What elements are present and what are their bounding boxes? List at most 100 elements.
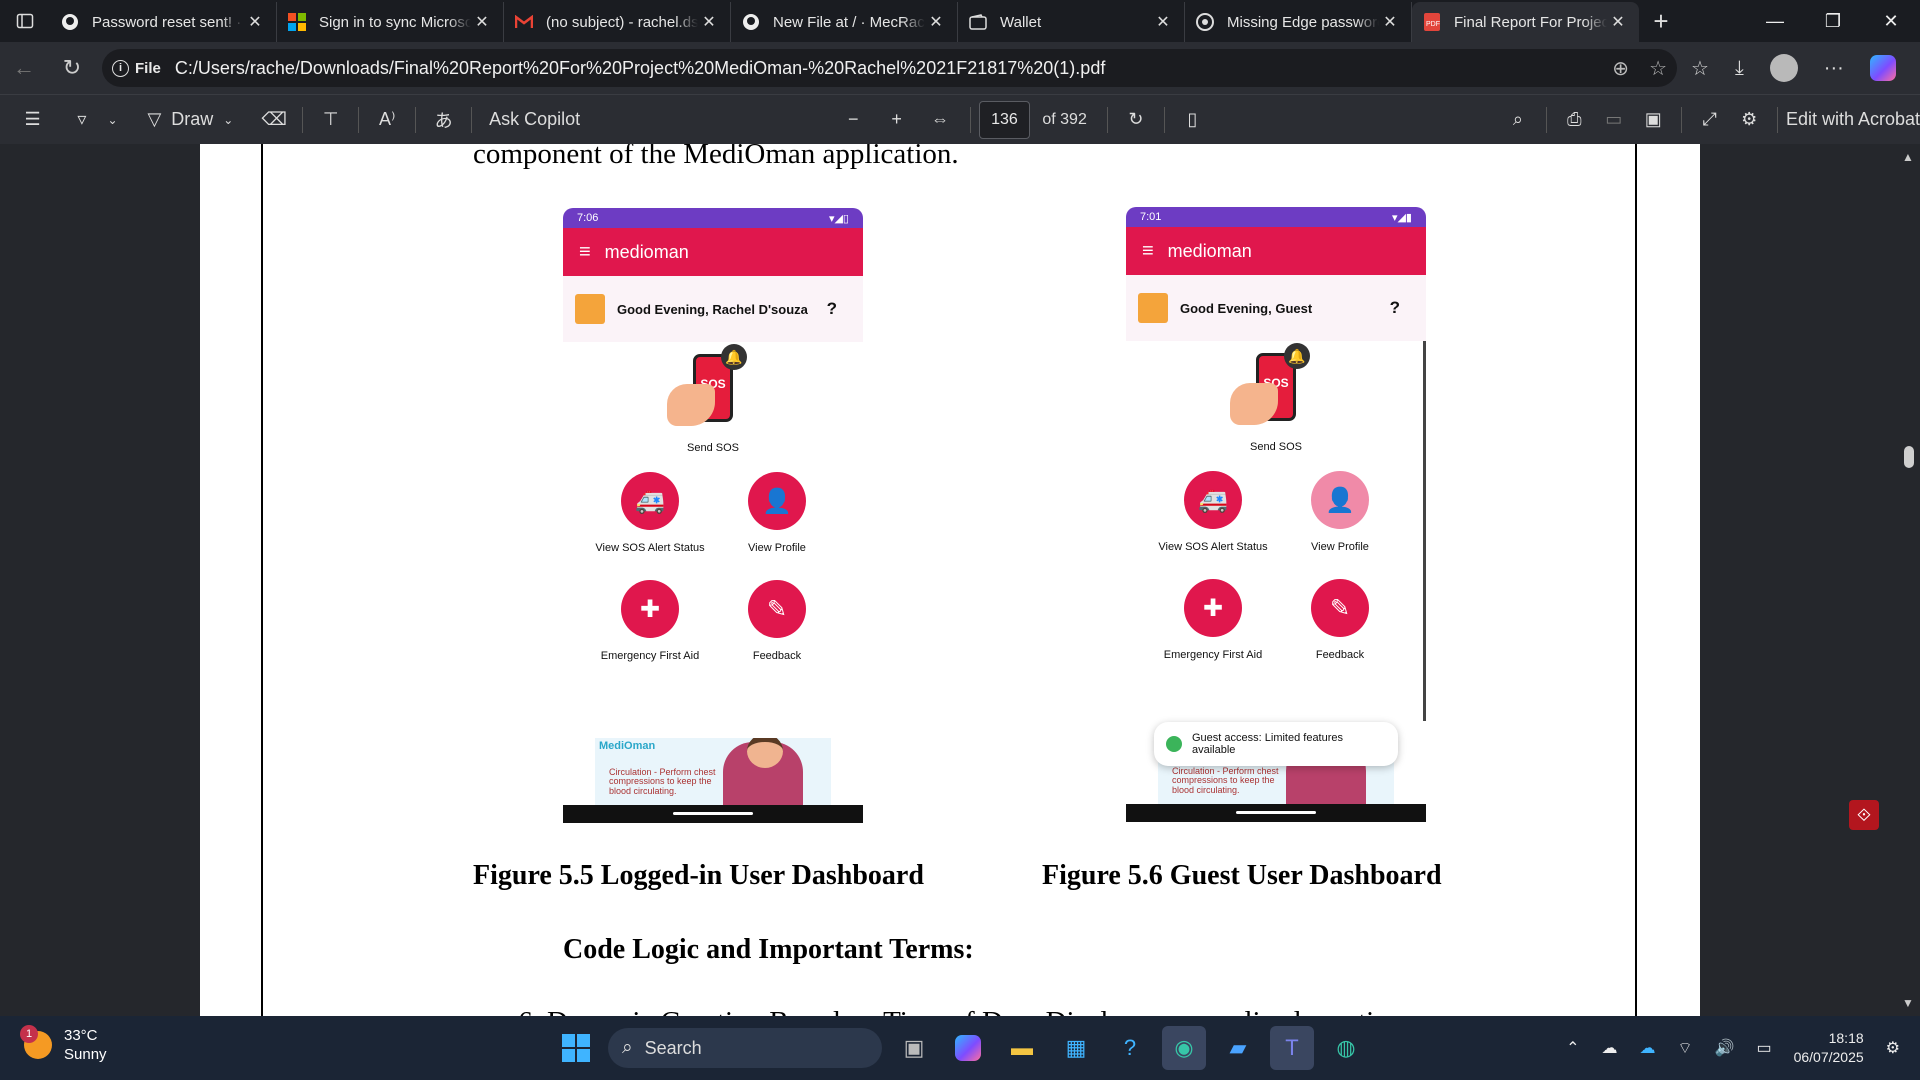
rotate-icon[interactable]: ↻ — [1116, 95, 1155, 145]
close-window-button[interactable]: ✕ — [1862, 0, 1920, 42]
ask-copilot-button[interactable]: Ask Copilot — [480, 95, 589, 145]
first-aid-icon: ✚ — [621, 580, 679, 638]
read-aloud-icon[interactable]: A⁾ — [367, 95, 406, 145]
system-tray: ⌃ ☁ ☁ ⌔ 🔊 ▭ 18:18 06/07/2025 ⚙ — [1566, 1016, 1900, 1080]
save-icon[interactable]: ▭ — [1594, 95, 1633, 145]
contents-icon[interactable]: ☰ — [0, 95, 65, 145]
print-icon[interactable]: ⎙ — [1555, 95, 1594, 145]
pdf-viewport[interactable]: component of the MediOman application. 7… — [0, 144, 1920, 1016]
taskbar-search[interactable]: ⌕ Search — [608, 1028, 882, 1068]
scroll-up-icon[interactable]: ▲ — [1902, 150, 1914, 164]
divider — [471, 106, 473, 133]
text-box-icon[interactable]: ⊤ — [311, 95, 350, 145]
help-app-icon[interactable]: ? — [1108, 1026, 1152, 1070]
scroll-down-icon[interactable]: ▼ — [1902, 996, 1914, 1010]
page-view-icon[interactable]: ▯ — [1173, 95, 1212, 145]
clock[interactable]: 18:18 06/07/2025 — [1794, 1029, 1864, 1067]
greeting-card: Good Evening, Guest ? — [1126, 275, 1426, 341]
onedrive-icon[interactable]: ☁ — [1639, 1038, 1655, 1058]
minimize-button[interactable]: — — [1746, 0, 1804, 42]
url-text[interactable]: C:/Users/rache/Downloads/Final%20Report%… — [175, 58, 1612, 79]
tab-gmail[interactable]: (no subject) - rachel.dsouza ✕ — [504, 2, 731, 42]
notifications-icon[interactable]: ⚙ — [1886, 1038, 1900, 1058]
zoom-icon[interactable]: ⊕ — [1612, 56, 1629, 81]
site-info-button[interactable]: i File — [112, 59, 161, 77]
divider — [302, 106, 303, 133]
app-logo — [575, 294, 605, 324]
profile-avatar[interactable] — [1769, 54, 1798, 82]
weather-widget[interactable]: 1 33°C Sunny — [20, 1025, 107, 1064]
search-icon[interactable]: ⌕ — [1498, 95, 1537, 145]
refresh-button[interactable]: ↻ — [48, 48, 96, 88]
store-icon[interactable]: ▦ — [1054, 1026, 1098, 1070]
scroll-thumb[interactable] — [1904, 446, 1914, 468]
close-icon[interactable]: ✕ — [1379, 12, 1401, 32]
tab-edge-passwords[interactable]: Missing Edge passwords ✕ — [1185, 2, 1412, 42]
hamburger-menu-icon: ≡ — [579, 240, 591, 263]
gmail-icon — [514, 12, 534, 32]
copilot-icon[interactable] — [1869, 55, 1896, 81]
tab-final-report[interactable]: PDF Final Report For Project ✕ — [1412, 2, 1639, 42]
vertical-scrollbar[interactable]: ▲ ▼ — [1898, 144, 1920, 1016]
eraser-icon[interactable]: ⌫ — [255, 95, 294, 145]
acrobat-icon[interactable]: ⟐ — [1849, 800, 1879, 830]
close-icon[interactable]: ✕ — [1152, 12, 1174, 32]
fit-page-icon[interactable]: ⇔ — [918, 95, 961, 145]
highlight-icon[interactable]: ▿ — [65, 95, 99, 145]
chevron-down-icon[interactable]: ⌄ — [99, 95, 127, 145]
chevron-up-icon[interactable]: ⌃ — [1566, 1038, 1579, 1058]
edit-with-acrobat-button[interactable]: Edit with Acrobat — [1786, 95, 1920, 145]
tab-github-password[interactable]: Password reset sent! · GitHub ✕ — [50, 2, 277, 42]
draw-button[interactable]: ▽ Draw ⌄ — [126, 95, 254, 145]
feedback-icon: ✎ — [748, 580, 806, 638]
phone-screenshot-logged-in: 7:06 ▾◢▯ ≡ medioman Good Evening, Rachel… — [563, 208, 863, 823]
fullscreen-icon[interactable]: ⤢ — [1690, 95, 1729, 145]
wifi-icon[interactable]: ⌔ — [1677, 1038, 1692, 1058]
cloud-icon[interactable]: ☁ — [1601, 1038, 1617, 1058]
greeting-card: Good Evening, Rachel D'souza ? — [563, 276, 863, 342]
close-icon[interactable]: ✕ — [698, 12, 720, 32]
new-tab-button[interactable]: + — [1639, 6, 1683, 37]
edge-dev-icon[interactable]: ◍ — [1324, 1026, 1368, 1070]
page-number-input[interactable]: 136 — [978, 100, 1031, 139]
body-text: component of the MediOman application. — [473, 144, 959, 170]
tile-sos-status: 🚑 View SOS Alert Status — [1148, 471, 1278, 553]
tab-wallet[interactable]: Wallet ✕ — [958, 2, 1185, 42]
divider — [1545, 106, 1547, 133]
start-button[interactable] — [554, 1026, 598, 1070]
close-icon[interactable]: ✕ — [471, 12, 493, 32]
translate-icon[interactable]: あ — [424, 95, 463, 145]
volume-icon[interactable]: 🔊 — [1715, 1038, 1735, 1058]
battery-icon[interactable]: ▭ — [1756, 1038, 1771, 1058]
status-time: 7:01 — [1140, 211, 1162, 223]
settings-gear-icon[interactable]: ⚙ — [1729, 95, 1768, 145]
file-explorer-icon[interactable]: ▬ — [1000, 1026, 1044, 1070]
favorites-icon[interactable]: ☆ — [1691, 56, 1709, 81]
edge-app-icon[interactable]: ◉ — [1162, 1026, 1206, 1070]
close-icon[interactable]: ✕ — [1607, 12, 1629, 32]
task-view-icon[interactable]: ▣ — [892, 1026, 936, 1070]
save-as-icon[interactable]: ▣ — [1634, 95, 1673, 145]
favorite-star-icon[interactable]: ☆ — [1649, 56, 1667, 81]
teams-app-icon[interactable]: T — [1270, 1026, 1314, 1070]
copilot-app-icon[interactable] — [946, 1026, 990, 1070]
pdf-toolbar: ☰ ▿ ⌄ ▽ Draw ⌄ ⌫ ⊤ A⁾ あ Ask Copilot − + … — [0, 94, 1920, 144]
restore-button[interactable]: ❐ — [1804, 0, 1862, 42]
app-title: medioman — [604, 241, 689, 262]
zoom-out-icon[interactable]: − — [832, 95, 875, 145]
draw-label: Draw — [171, 109, 214, 129]
downloads-icon[interactable]: ⤓ — [1735, 57, 1744, 80]
refresh-icon: ↻ — [62, 55, 82, 80]
tab-title: New File at / · MecRachel — [773, 13, 925, 31]
more-menu-icon[interactable]: ··· — [1824, 57, 1844, 80]
address-bar[interactable]: i File C:/Users/rache/Downloads/Final%20… — [102, 49, 1677, 87]
zoom-in-icon[interactable]: + — [875, 95, 918, 145]
close-icon[interactable]: ✕ — [925, 12, 947, 32]
tab-actions-button[interactable] — [0, 0, 50, 42]
tab-edge-sync[interactable]: Sign in to sync Microsoft Edge ✕ — [277, 2, 504, 42]
back-button[interactable]: ← — [0, 48, 48, 88]
close-icon[interactable]: ✕ — [244, 12, 266, 32]
greeting-text: Good Evening, Guest — [1180, 300, 1313, 316]
tab-github-newfile[interactable]: New File at / · MecRachel ✕ — [731, 2, 958, 42]
3cx-app-icon[interactable]: ▰ — [1216, 1026, 1260, 1070]
